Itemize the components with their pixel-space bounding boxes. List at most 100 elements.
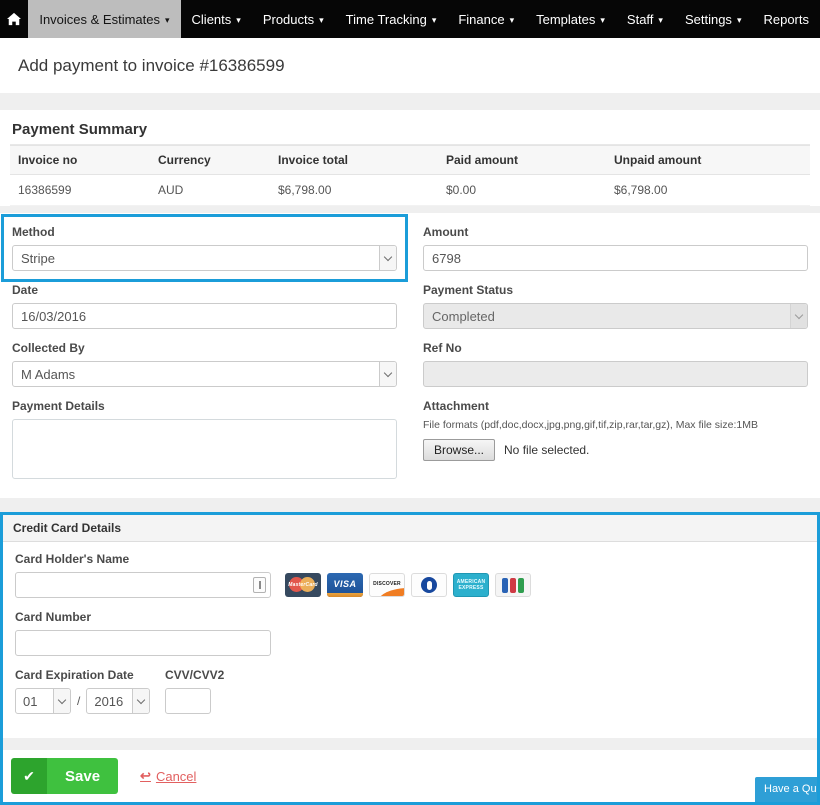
save-button[interactable]: ✔ Save [11, 758, 118, 794]
credit-card-heading: Credit Card Details [3, 515, 817, 542]
visa-icon: VISA [327, 573, 363, 597]
nav-item-label: Staff [627, 12, 654, 27]
collected-by-selected-value: M Adams [21, 367, 75, 382]
cancel-link[interactable]: ↩ Cancel [140, 768, 196, 784]
attachment-hint: File formats (pdf,doc,docx,jpg,png,gif,t… [423, 419, 808, 431]
mastercard-icon: MasterCard [285, 573, 321, 597]
chevron-down-icon [379, 362, 396, 386]
card-holder-label: Card Holder's Name [15, 552, 805, 566]
card-expiration-label: Card Expiration Date [15, 668, 165, 682]
autofill-icon [253, 577, 266, 593]
date-label: Date [12, 283, 397, 297]
payment-details-label: Payment Details [12, 399, 397, 413]
caret-down-icon: ▾ [432, 16, 437, 25]
caret-down-icon: ▾ [510, 16, 515, 25]
nav-item-time-tracking[interactable]: Time Tracking ▾ [335, 0, 448, 38]
caret-down-icon: ▾ [600, 16, 605, 25]
caret-down-icon: ▾ [165, 16, 170, 25]
nav-item-staff[interactable]: Staff ▾ [616, 0, 674, 38]
cell-invoice-total: $6,798.00 [270, 175, 438, 206]
nav-item-settings[interactable]: Settings ▾ [674, 0, 753, 38]
ref-no-label: Ref No [423, 341, 808, 355]
method-label: Method [12, 225, 397, 239]
caret-down-icon: ▾ [236, 16, 241, 25]
collected-by-field-group: Collected By M Adams [12, 341, 397, 387]
card-number-label: Card Number [15, 610, 271, 624]
have-a-question-button[interactable]: Have a Quest [755, 777, 817, 802]
attachment-field-group: Attachment File formats (pdf,doc,docx,jp… [423, 399, 808, 484]
chevron-down-icon [379, 246, 396, 270]
section-gap [0, 93, 820, 110]
nav-item-label: Clients [192, 12, 232, 27]
cell-paid-amount: $0.00 [438, 175, 606, 206]
col-currency: Currency [150, 146, 270, 175]
caret-down-icon: ▾ [658, 16, 663, 25]
cvv-input[interactable] [165, 688, 211, 714]
american-express-icon: AMERICAN EXPRESS [453, 573, 489, 597]
col-paid-amount: Paid amount [438, 146, 606, 175]
method-field-group: Method Stripe [12, 225, 397, 271]
nav-item-label: Reports [763, 12, 809, 27]
form-actions-footer: ✔ Save ↩ Cancel Have a Quest [3, 750, 817, 802]
nav-item-clients[interactable]: Clients ▾ [181, 0, 252, 38]
table-row: 16386599 AUD $6,798.00 $0.00 $6,798.00 [10, 175, 810, 206]
col-unpaid-amount: Unpaid amount [606, 146, 810, 175]
amount-field-group: Amount [423, 225, 808, 271]
expiration-year-select[interactable]: 2016 [86, 688, 150, 714]
payment-summary-table: Invoice no Currency Invoice total Paid a… [10, 145, 810, 206]
home-icon[interactable] [0, 0, 28, 38]
chevron-down-icon [790, 304, 807, 328]
chevron-down-icon [132, 689, 149, 713]
amount-label: Amount [423, 225, 808, 239]
date-input[interactable] [12, 303, 397, 329]
page-title: Add payment to invoice #16386599 [18, 56, 285, 76]
amount-input[interactable] [423, 245, 808, 271]
nav-item-label: Time Tracking [346, 12, 427, 27]
diners-club-icon [411, 573, 447, 597]
summary-header-row: Invoice no Currency Invoice total Paid a… [10, 146, 810, 175]
method-select[interactable]: Stripe [12, 245, 397, 271]
ref-no-field-group: Ref No [423, 341, 808, 387]
save-button-label: Save [47, 758, 118, 794]
file-status-text: No file selected. [504, 443, 589, 457]
cell-invoice-no: 16386599 [10, 175, 150, 206]
card-number-input[interactable] [15, 630, 271, 656]
home-icon-glyph [7, 12, 21, 26]
jcb-icon [495, 573, 531, 597]
expiration-year-value: 2016 [94, 694, 123, 709]
accepted-card-icons: MasterCard VISA DISCOVER AMERICAN EXPRES… [285, 573, 531, 597]
nav-item-templates[interactable]: Templates ▾ [525, 0, 616, 38]
attachment-label: Attachment [423, 399, 808, 413]
collected-by-label: Collected By [12, 341, 397, 355]
nav-item-label: Products [263, 12, 314, 27]
discover-icon: DISCOVER [369, 573, 405, 597]
check-icon: ✔ [11, 758, 47, 794]
payment-status-field-group: Payment Status Completed [423, 283, 808, 329]
expiration-month-select[interactable]: 01 [15, 688, 71, 714]
title-bar: Add payment to invoice #16386599 [0, 38, 820, 93]
date-field-group: Date [12, 283, 397, 329]
cvv-label: CVV/CVV2 [165, 668, 805, 682]
payment-summary-panel: Payment Summary Invoice no Currency Invo… [0, 110, 820, 206]
payment-status-selected-value: Completed [432, 309, 495, 324]
nav-item-finance[interactable]: Finance ▾ [447, 0, 525, 38]
browse-button[interactable]: Browse... [423, 439, 495, 461]
card-holder-input[interactable] [15, 572, 271, 598]
ref-no-input [423, 361, 808, 387]
payment-details-textarea[interactable] [12, 419, 397, 479]
expiration-separator: / [77, 694, 80, 708]
nav-item-invoices-estimates[interactable]: Invoices & Estimates ▾ [28, 0, 180, 38]
payment-summary-heading: Payment Summary [10, 118, 810, 145]
expiration-month-value: 01 [23, 694, 37, 709]
caret-down-icon: ▾ [319, 16, 324, 25]
section-gap [0, 206, 820, 213]
nav-item-reports[interactable]: Reports [752, 0, 820, 38]
cancel-link-label: Cancel [156, 769, 196, 784]
payment-status-select: Completed [423, 303, 808, 329]
collected-by-select[interactable]: M Adams [12, 361, 397, 387]
caret-down-icon: ▾ [737, 16, 742, 25]
nav-item-products[interactable]: Products ▾ [252, 0, 335, 38]
col-invoice-no: Invoice no [10, 146, 150, 175]
cell-unpaid-amount: $6,798.00 [606, 175, 810, 206]
top-navbar: Invoices & Estimates ▾ Clients ▾ Product… [0, 0, 820, 38]
